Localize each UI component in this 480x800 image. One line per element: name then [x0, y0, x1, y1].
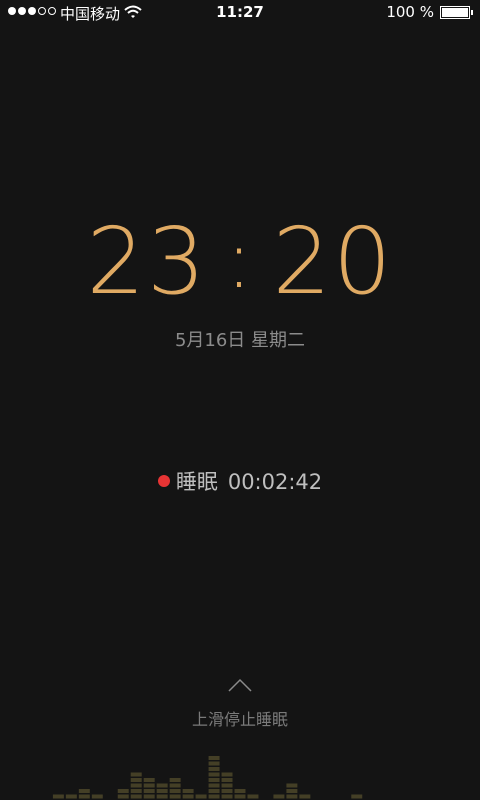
date-label: 5月16日 星期二 — [174, 330, 306, 351]
sleep-timer: 00:02:42 — [227, 470, 323, 494]
clock: 23:20 — [0, 210, 480, 312]
clock-separator: : — [225, 213, 255, 306]
equalizer-bar-segment — [234, 789, 246, 793]
swipe-stop-sleep-hint[interactable]: 上滑停止睡眠 — [0, 706, 480, 730]
chevron-up-icon[interactable] — [228, 678, 252, 692]
equalizer-bar-segment — [286, 789, 298, 793]
equalizer-bar-segment — [117, 789, 129, 793]
equalizer-bar-segment — [169, 783, 181, 788]
equalizer-bar-segment — [156, 789, 168, 793]
equalizer-bar-segment — [130, 772, 142, 777]
equalizer-bar-segment — [299, 794, 311, 799]
equalizer-bar-segment — [78, 789, 90, 793]
clock-minutes: 20 — [272, 208, 394, 315]
equalizer-bar-segment — [221, 794, 233, 799]
equalizer-bar-segment — [208, 789, 220, 793]
equalizer-bar-segment — [208, 783, 220, 788]
equalizer-bar-segment — [208, 772, 220, 777]
equalizer-bar-segment — [78, 794, 90, 799]
equalizer-bar-segment — [143, 778, 155, 782]
equalizer-bar-segment — [169, 778, 181, 782]
sleep-status: 睡眠 00:02:42 — [0, 466, 480, 496]
equalizer-bar-segment — [117, 794, 129, 799]
equalizer-bar-segment — [221, 772, 233, 777]
equalizer-bar-segment — [234, 794, 246, 799]
equalizer-bar-segment — [221, 778, 233, 782]
equalizer-bar-segment — [182, 794, 194, 799]
lock-screen: 中国移动 11:27 100 % 23:20 5月16日 星期二 睡眠 00:02… — [0, 0, 480, 800]
equalizer-bar-segment — [208, 778, 220, 782]
equalizer-bar-segment — [91, 794, 103, 799]
equalizer-bar-segment — [286, 783, 298, 788]
equalizer-bar-segment — [156, 794, 168, 799]
equalizer-bar-segment — [130, 794, 142, 799]
equalizer-bar-segment — [130, 789, 142, 793]
equalizer-bar-segment — [169, 789, 181, 793]
equalizer-bar-segment — [52, 794, 64, 799]
equalizer-bar-segment — [208, 794, 220, 799]
equalizer-bar-segment — [351, 794, 363, 799]
equalizer-bar-segment — [130, 783, 142, 788]
equalizer-bar-segment — [169, 794, 181, 799]
equalizer-bar-segment — [143, 783, 155, 788]
status-bar: 中国移动 11:27 100 % — [0, 0, 480, 26]
audio-equalizer — [52, 756, 363, 799]
sleep-label: 睡眠 — [175, 470, 218, 494]
equalizer-bar-segment — [130, 778, 142, 782]
equalizer-bar-segment — [195, 794, 207, 799]
equalizer-bar-segment — [143, 789, 155, 793]
equalizer-bar-segment — [208, 761, 220, 766]
equalizer-bar-segment — [156, 783, 168, 788]
equalizer-bar-segment — [221, 789, 233, 793]
equalizer-bar-segment — [286, 794, 298, 799]
equalizer-bar-segment — [273, 794, 285, 799]
equalizer-bar-segment — [143, 794, 155, 799]
battery-percent: 100 % — [386, 3, 434, 21]
equalizer-bar-segment — [182, 789, 194, 793]
recording-indicator-icon — [157, 475, 170, 487]
equalizer-bar-segment — [221, 783, 233, 788]
equalizer-bar-segment — [247, 794, 259, 799]
battery-icon — [440, 6, 470, 19]
equalizer-bar-segment — [65, 794, 77, 799]
clock-hours: 23 — [86, 208, 208, 315]
equalizer-bar-segment — [208, 767, 220, 771]
equalizer-bar-segment — [208, 756, 220, 760]
